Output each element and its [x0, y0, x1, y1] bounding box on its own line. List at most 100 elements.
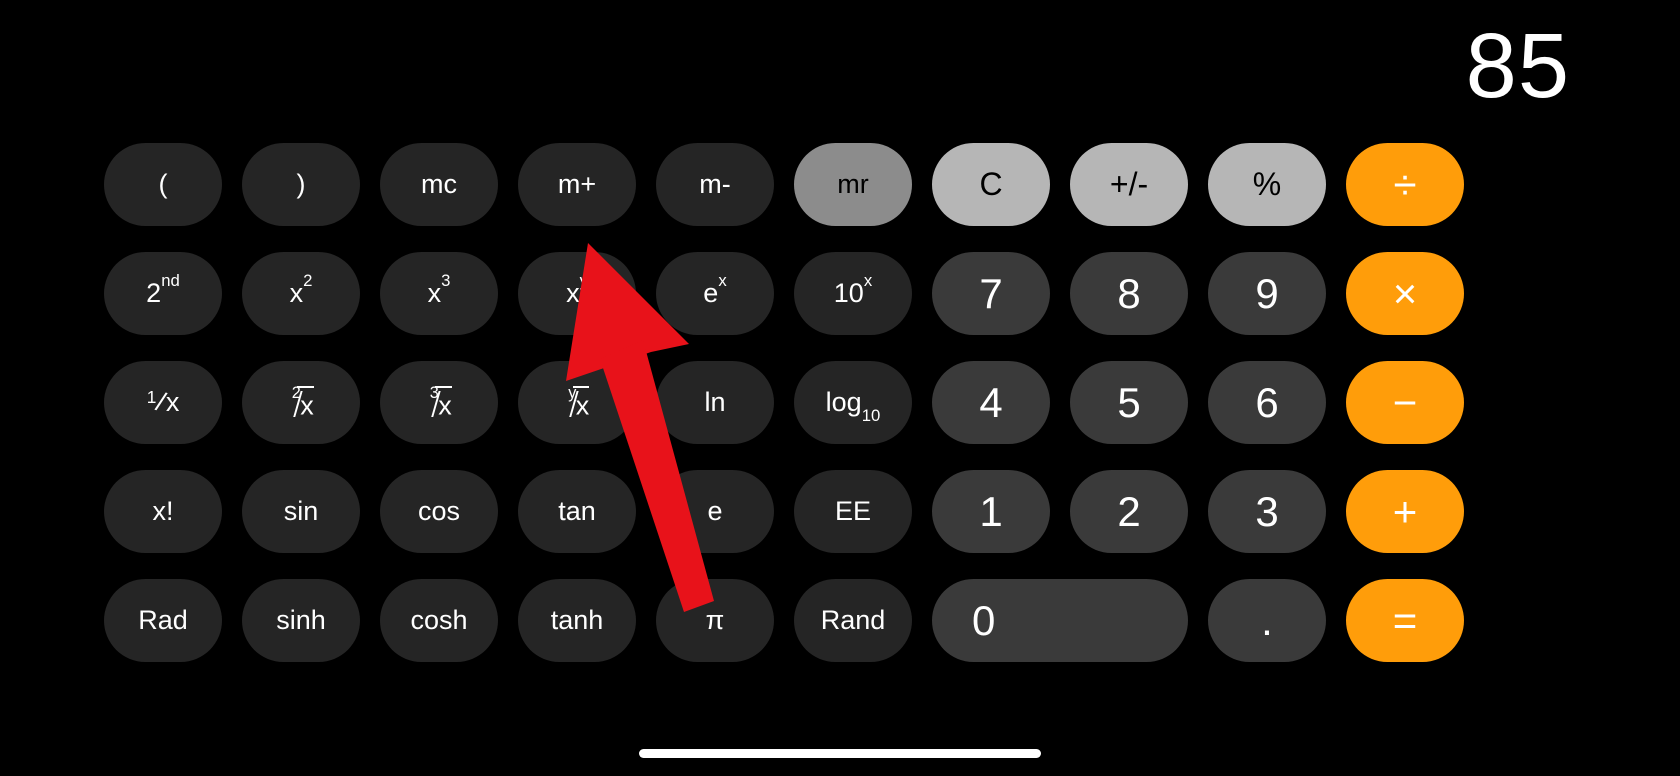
- glyph-superscript: 3: [441, 270, 451, 290]
- key-equals[interactable]: =: [1346, 579, 1464, 662]
- key-label: +/-: [1109, 166, 1149, 202]
- calculator-display: 85: [1465, 15, 1570, 117]
- glyph-base: 10: [833, 278, 864, 308]
- glyph-base: x: [427, 278, 442, 308]
- key-label: mr: [837, 169, 869, 199]
- key-cube-root[interactable]: 3x: [380, 361, 498, 444]
- subscript-glyph: log10: [826, 387, 881, 424]
- key-close-paren[interactable]: ): [242, 143, 360, 226]
- key-sine[interactable]: sin: [242, 470, 360, 553]
- glyph-superscript: x: [863, 270, 873, 290]
- key-multiply[interactable]: ×: [1346, 252, 1464, 335]
- key-ee[interactable]: EE: [794, 470, 912, 553]
- key-label: cos: [417, 496, 461, 526]
- key-exp-e[interactable]: ex: [656, 252, 774, 335]
- fraction-glyph: 1/x: [147, 387, 180, 418]
- glyph-base: x: [566, 278, 580, 308]
- radicand: x: [300, 390, 314, 421]
- key-label: 7: [979, 269, 1003, 317]
- key-label: %: [1252, 166, 1282, 202]
- key-angle-mode[interactable]: Rad: [104, 579, 222, 662]
- glyph-superscript: 2: [303, 270, 313, 290]
- key-add[interactable]: +: [1346, 470, 1464, 553]
- key-cube[interactable]: x3: [380, 252, 498, 335]
- superscript-glyph: x3: [427, 272, 451, 309]
- key-log-base-ten[interactable]: log10: [794, 361, 912, 444]
- key-euler-e[interactable]: e: [656, 470, 774, 553]
- key-hyperbolic-tan[interactable]: tanh: [518, 579, 636, 662]
- key-digit-7[interactable]: 7: [932, 252, 1050, 335]
- key-memory-add[interactable]: m+: [518, 143, 636, 226]
- key-memory-clear[interactable]: mc: [380, 143, 498, 226]
- key-reciprocal[interactable]: 1/x: [104, 361, 222, 444]
- glyph-subscript: 10: [861, 406, 881, 426]
- key-random[interactable]: Rand: [794, 579, 912, 662]
- key-label: 3: [1255, 487, 1279, 535]
- key-label: 1: [979, 487, 1003, 535]
- key-digit-9[interactable]: 9: [1208, 252, 1326, 335]
- key-digit-0[interactable]: 0: [932, 579, 1188, 662]
- key-percent[interactable]: %: [1208, 143, 1326, 226]
- key-sign-toggle[interactable]: +/-: [1070, 143, 1188, 226]
- key-digit-5[interactable]: 5: [1070, 361, 1188, 444]
- key-decimal-point[interactable]: .: [1208, 579, 1326, 662]
- superscript-glyph: 10x: [833, 272, 872, 309]
- calculator-screen: 85 () mc m+ m-mr C +/-% ÷ 2nd x2 x3 xy ex 10x 7 8 9 × 1/x…: [0, 0, 1680, 776]
- key-label: Rand: [820, 605, 886, 635]
- key-label: π: [705, 605, 725, 635]
- superscript-glyph: xy: [566, 272, 588, 309]
- key-power-y[interactable]: xy: [518, 252, 636, 335]
- key-pi[interactable]: π: [656, 579, 774, 662]
- glyph-base: x: [289, 278, 304, 308]
- key-label: 5: [1117, 378, 1141, 426]
- key-digit-6[interactable]: 6: [1208, 361, 1326, 444]
- keypad-row: Rad sinh cosh tanh π Rand 0. =: [104, 579, 1566, 675]
- radical-glyph: 2x: [288, 385, 314, 421]
- radicand: x: [438, 390, 452, 421]
- key-label: tanh: [550, 605, 604, 635]
- key-label: ÷: [1393, 160, 1417, 208]
- key-open-paren[interactable]: (: [104, 143, 222, 226]
- key-clear[interactable]: C: [932, 143, 1050, 226]
- key-natural-log[interactable]: ln: [656, 361, 774, 444]
- key-digit-8[interactable]: 8: [1070, 252, 1188, 335]
- key-exp-ten[interactable]: 10x: [794, 252, 912, 335]
- radicand: x: [575, 390, 590, 421]
- key-nth-root[interactable]: yx: [518, 361, 636, 444]
- key-label: mc: [421, 169, 457, 199]
- key-tangent[interactable]: tan: [518, 470, 636, 553]
- key-label: m-: [699, 169, 731, 199]
- key-label: .: [1261, 596, 1273, 644]
- key-digit-1[interactable]: 1: [932, 470, 1050, 553]
- key-memory-sub[interactable]: m-: [656, 143, 774, 226]
- key-label: EE: [834, 496, 872, 526]
- key-cosine[interactable]: cos: [380, 470, 498, 553]
- key-label: tan: [558, 496, 596, 526]
- key-factorial[interactable]: x!: [104, 470, 222, 553]
- key-label: sinh: [276, 605, 326, 635]
- key-label: 8: [1117, 269, 1141, 317]
- glyph-superscript: y: [579, 270, 588, 290]
- key-square-root[interactable]: 2x: [242, 361, 360, 444]
- key-label: cosh: [410, 605, 468, 635]
- key-label: 6: [1255, 378, 1279, 426]
- key-hyperbolic-sine[interactable]: sinh: [242, 579, 360, 662]
- key-divide[interactable]: ÷: [1346, 143, 1464, 226]
- keypad-row: 2nd x2 x3 xy ex 10x 7 8 9 ×: [104, 252, 1566, 348]
- key-second-function[interactable]: 2nd: [104, 252, 222, 335]
- key-label: +: [1392, 487, 1418, 535]
- key-square[interactable]: x2: [242, 252, 360, 335]
- key-subtract[interactable]: −: [1346, 361, 1464, 444]
- key-label: e: [707, 496, 723, 526]
- glyph-superscript: nd: [161, 270, 180, 290]
- key-digit-2[interactable]: 2: [1070, 470, 1188, 553]
- key-label: Rad: [138, 605, 188, 635]
- key-label: (: [158, 169, 168, 199]
- key-label: C: [979, 166, 1003, 202]
- key-memory-recall[interactable]: mr: [794, 143, 912, 226]
- key-digit-4[interactable]: 4: [932, 361, 1050, 444]
- key-label: ): [296, 169, 306, 199]
- key-digit-3[interactable]: 3: [1208, 470, 1326, 553]
- key-hyperbolic-cos[interactable]: cosh: [380, 579, 498, 662]
- radical-glyph: 3x: [426, 385, 452, 421]
